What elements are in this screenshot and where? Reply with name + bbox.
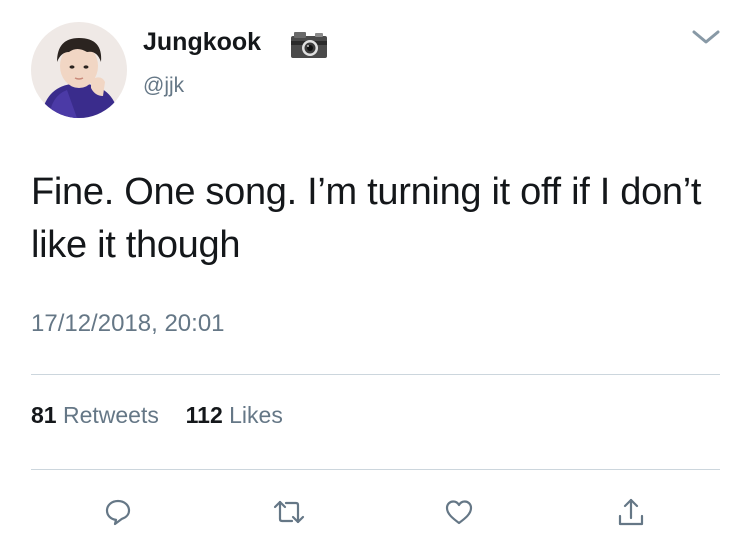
retweets-stat[interactable]: 81 Retweets bbox=[31, 402, 165, 428]
retweet-icon bbox=[272, 497, 306, 532]
divider bbox=[31, 469, 720, 470]
retweets-label: Retweets bbox=[62, 402, 159, 428]
like-button[interactable] bbox=[441, 496, 477, 532]
like-icon bbox=[443, 497, 475, 532]
username-handle[interactable]: @jjk bbox=[143, 73, 184, 99]
likes-stat[interactable]: 112 Likes bbox=[179, 402, 283, 428]
likes-label: Likes bbox=[229, 402, 283, 428]
tweet-timestamp[interactable]: 17/12/2018, 20:01 bbox=[31, 309, 225, 339]
chevron-down-icon[interactable] bbox=[690, 27, 722, 52]
share-icon bbox=[616, 496, 646, 533]
retweet-button[interactable] bbox=[271, 496, 307, 532]
avatar[interactable] bbox=[31, 22, 127, 118]
likes-count: 112 bbox=[185, 402, 223, 428]
reply-button[interactable] bbox=[100, 496, 136, 532]
divider bbox=[31, 374, 720, 375]
avatar-image bbox=[31, 22, 127, 118]
engagement-stats: 81 Retweets 112 Likes bbox=[31, 401, 283, 429]
retweets-count: 81 bbox=[31, 402, 57, 428]
share-button[interactable] bbox=[613, 496, 649, 532]
camera-icon bbox=[290, 31, 328, 64]
reply-icon bbox=[103, 497, 133, 532]
display-name[interactable]: Jungkook bbox=[143, 27, 261, 57]
tweet-text: Fine. One song. I’m turning it off if I … bbox=[31, 171, 702, 266]
